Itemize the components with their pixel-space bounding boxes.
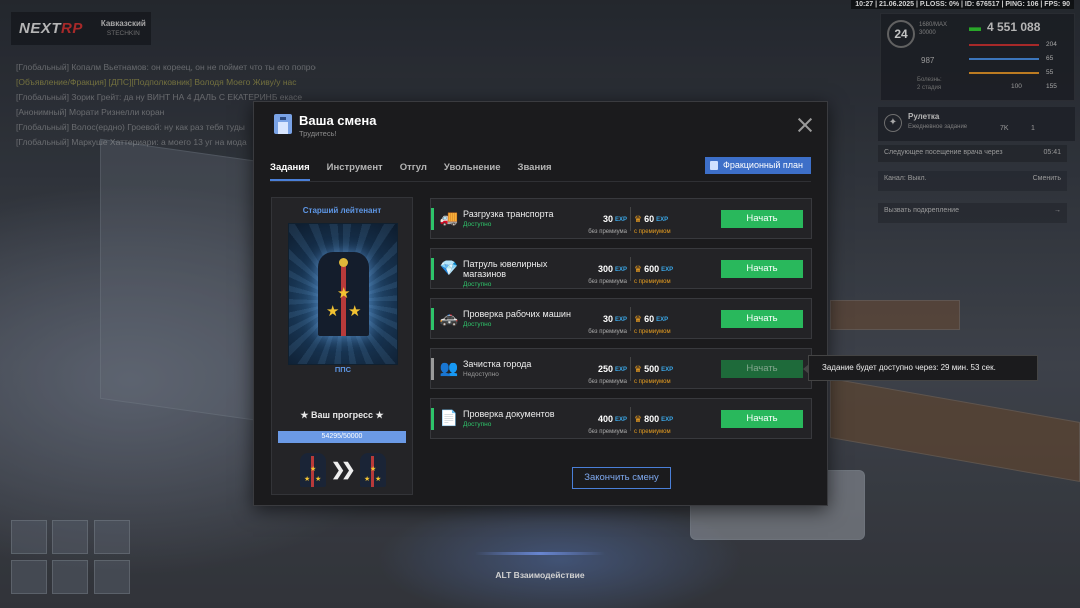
task-row: 📄 Проверка документов Доступно 400 EXP без пр… — [430, 398, 812, 439]
tab-divider — [270, 181, 811, 182]
task-icon: 👥 — [439, 360, 459, 377]
exp-base-reward: 400 EXP без премиума — [588, 414, 627, 435]
shoulder-strap-icon: ★ ★ ★ — [318, 252, 369, 336]
task-name: Проверка документов Доступно — [463, 409, 573, 430]
progress-label: ★ Ваш прогресс ★ — [300, 410, 384, 420]
exp-base-reward: 30 EXP без премиума — [588, 314, 627, 335]
task-row: 👥 Зачистка города Недоступно 250 EXP без прем… — [430, 348, 812, 389]
tab-tasks[interactable]: Задания — [270, 162, 310, 181]
rank-card: Старший лейтенант ★ ★ ★ ППС ★ Ваш прогре… — [271, 197, 413, 495]
crown-icon: ♛ — [634, 364, 643, 374]
task-status-accent — [431, 308, 434, 330]
faction-plan-button[interactable]: Фракционный план — [704, 157, 811, 174]
exp-base-reward: 30 EXP без премиума — [588, 214, 627, 235]
tab-ranks[interactable]: Звания — [518, 162, 552, 181]
modal-tabs: Задания Инструмент Отгул Увольнение Зван… — [270, 162, 569, 181]
task-icon: 💎 — [439, 260, 459, 277]
crown-icon: ♛ — [634, 264, 643, 274]
task-status: Доступно — [463, 321, 492, 328]
exp-premium-reward: ♛ 800 EXP с премиумом — [634, 414, 674, 435]
next-rank-icon: ★ ★ ★ — [360, 453, 386, 487]
start-task-button[interactable]: Начать — [721, 210, 803, 228]
task-status-accent — [431, 408, 434, 430]
task-icon: 🚚 — [439, 210, 459, 227]
task-status-accent — [431, 208, 434, 230]
modal-title: Ваша смена — [299, 113, 377, 128]
task-name: Проверка рабочих машин Доступно — [463, 309, 573, 330]
rank-insignia-image: ★ ★ ★ — [288, 223, 398, 365]
rank-caption: ППС — [334, 365, 352, 374]
task-status: Недоступно — [463, 371, 499, 378]
tab-day-off[interactable]: Отгул — [400, 162, 427, 181]
current-rank-icon: ★ ★ ★ — [300, 453, 326, 487]
start-task-button[interactable]: Начать — [721, 260, 803, 278]
close-icon[interactable] — [797, 117, 813, 133]
tab-dismissal[interactable]: Увольнение — [444, 162, 501, 181]
crown-icon: ♛ — [634, 314, 643, 324]
shift-modal: Ваша смена Трудитесь! Задания Инструмент… — [253, 101, 828, 506]
task-name: Зачистка города Недоступно — [463, 359, 573, 380]
building-icon — [274, 114, 292, 134]
exp-premium-reward: ♛ 500 EXP с премиумом — [634, 364, 674, 385]
tab-tool[interactable]: Инструмент — [327, 162, 383, 181]
task-locked-tooltip: Задание будет доступно через: 29 мин. 53… — [803, 355, 1038, 381]
task-status-accent — [431, 258, 434, 280]
task-row: 🚚 Разгрузка транспорта Доступно 30 EXP без пр… — [430, 198, 812, 239]
progress-text: 54295/50000 — [321, 433, 363, 440]
start-task-button[interactable]: Начать — [721, 360, 803, 378]
task-name: Разгрузка транспорта Доступно — [463, 209, 573, 230]
exp-base-reward: 250 EXP без премиума — [588, 364, 627, 385]
task-status: Доступно — [463, 421, 492, 428]
exp-premium-reward: ♛ 600 EXP с премиумом — [634, 264, 674, 285]
rank-progress-bar: 54295/50000 — [278, 431, 406, 443]
chevron-right-icon: ❯❯ — [331, 460, 355, 479]
task-status: Доступно — [463, 281, 492, 288]
exp-premium-reward: ♛ 60 EXP с премиумом — [634, 314, 671, 335]
modal-subtitle: Трудитесь! — [299, 129, 337, 138]
task-icon: 🚓 — [439, 310, 459, 327]
task-icon: 📄 — [439, 410, 459, 427]
start-task-button[interactable]: Начать — [721, 310, 803, 328]
rank-title: Старший лейтенант — [302, 206, 382, 215]
task-name: Патруль ювелирных магазинов Доступно — [463, 259, 573, 290]
exp-premium-reward: ♛ 60 EXP с премиумом — [634, 214, 671, 235]
exp-base-reward: 300 EXP без премиума — [588, 264, 627, 285]
crown-icon: ♛ — [634, 214, 643, 224]
task-status-accent — [431, 358, 434, 380]
crown-icon: ♛ — [634, 414, 643, 424]
task-row: 🚓 Проверка рабочих машин Доступно 30 EXP без … — [430, 298, 812, 339]
start-task-button[interactable]: Начать — [721, 410, 803, 428]
task-status: Доступно — [463, 221, 492, 228]
end-shift-button[interactable]: Закончить смену — [572, 467, 671, 489]
task-row: 💎 Патруль ювелирных магазинов Доступно 300 E… — [430, 248, 812, 289]
